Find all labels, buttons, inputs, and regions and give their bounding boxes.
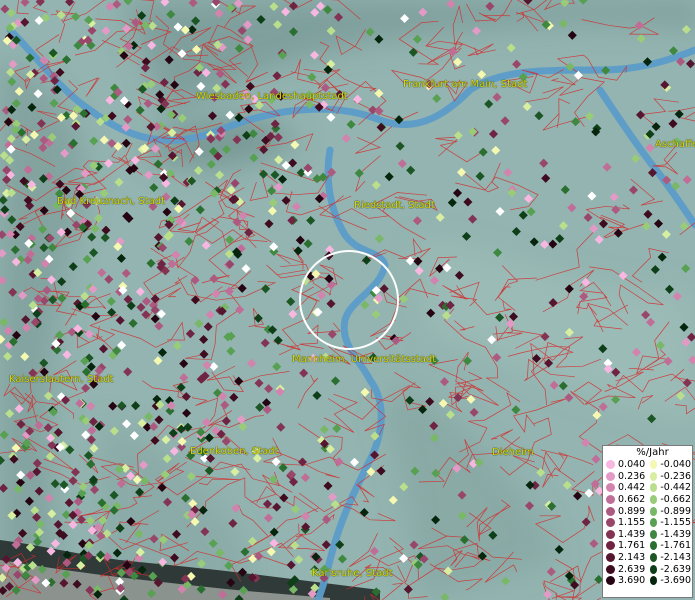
legend-swatch xyxy=(606,495,615,505)
legend-swatch xyxy=(606,506,615,516)
city-label-dieheim: Dieheim xyxy=(492,447,534,458)
legend-label: -2.143 xyxy=(660,552,691,564)
city-label-edenkoben: Edenkoben, Stadt xyxy=(190,446,279,457)
legend-label: 2.143 xyxy=(618,552,646,564)
legend-entry: 0.040 xyxy=(603,459,647,470)
legend-title: %/Jahr xyxy=(636,447,669,458)
legend-entry: -0.236 xyxy=(647,471,691,482)
legend-swatch xyxy=(606,564,615,574)
legend-row: 2.143 -2.143 xyxy=(603,552,692,564)
legend-entry: 3.690 xyxy=(603,575,647,586)
legend-swatch xyxy=(606,460,615,470)
legend-label: -3.690 xyxy=(660,575,691,587)
legend-row: 0.899 -0.899 xyxy=(603,505,692,517)
legend-entry: -0.662 xyxy=(647,494,691,505)
legend-swatch xyxy=(606,576,615,586)
legend-swatch xyxy=(606,541,615,551)
legend-swatch xyxy=(650,495,658,505)
legend-label: 0.236 xyxy=(618,470,646,482)
legend-entry: -1.155 xyxy=(647,517,691,528)
legend-entry: 1.761 xyxy=(603,540,647,551)
legend-swatch xyxy=(650,518,658,528)
legend-label: 0.040 xyxy=(618,459,646,471)
city-label-frankfurt: Frankfurt am Main, Stadt xyxy=(403,79,528,90)
legend-label: 1.439 xyxy=(618,528,646,540)
legend-swatch xyxy=(606,553,615,563)
legend-label: -0.236 xyxy=(660,470,691,482)
legend-swatch xyxy=(606,529,615,539)
legend-label: -0.899 xyxy=(660,505,691,517)
city-label-aschaffenburg: Aschaffe xyxy=(655,139,695,150)
legend-entry: 2.639 xyxy=(603,564,647,575)
legend-rows: 0.040 -0.040 0.236 -0.236 0.442 -0.442 0.662 -0… xyxy=(603,459,692,587)
legend-entry: -0.040 xyxy=(647,459,691,470)
legend-row: 2.639 -2.639 xyxy=(603,563,692,575)
legend-entry: 0.236 xyxy=(603,471,647,482)
legend-entry: 0.442 xyxy=(603,482,647,493)
legend-label: -0.442 xyxy=(660,482,691,494)
legend-label: 1.155 xyxy=(618,517,646,529)
city-label-kaiserslautern: Kaiserslautern, Stadt xyxy=(9,374,114,385)
legend-row: 1.761 -1.761 xyxy=(603,540,692,552)
legend-swatch xyxy=(650,564,658,574)
legend-label: -1.439 xyxy=(660,528,691,540)
legend-swatch xyxy=(650,576,658,586)
legend-entry: 0.662 xyxy=(603,494,647,505)
city-label-wiesbaden: Wiesbaden, Landeshauptstadt xyxy=(196,91,348,102)
city-label-karlsruhe: Karlsruhe, Stadt xyxy=(312,568,393,579)
legend-label: -1.761 xyxy=(660,540,691,552)
legend-swatch xyxy=(606,483,615,493)
legend-label: 3.690 xyxy=(618,575,646,587)
legend-row: 0.236 -0.236 xyxy=(603,471,692,483)
legend-row: 0.662 -0.662 xyxy=(603,494,692,506)
legend-entry: -1.439 xyxy=(647,529,691,540)
legend-label: -0.040 xyxy=(660,459,691,471)
legend-row: 3.690 -3.690 xyxy=(603,575,692,587)
legend-entry: -1.761 xyxy=(647,540,691,551)
legend-row: 0.442 -0.442 xyxy=(603,482,692,494)
legend-label: -0.662 xyxy=(660,494,691,506)
legend-entry: -3.690 xyxy=(647,575,691,586)
map-view[interactable]: Wiesbaden, Landeshauptstadt Frankfurt am… xyxy=(0,0,695,600)
legend-swatch xyxy=(606,518,615,528)
city-label-mannheim: Mannheim, Universitätsstadt xyxy=(292,354,437,365)
legend-entry: 1.439 xyxy=(603,529,647,540)
city-label-riedstadt: Riedstadt, Stadt xyxy=(354,200,435,211)
legend-swatch xyxy=(606,471,615,481)
legend-row: 1.155 -1.155 xyxy=(603,517,692,529)
legend-entry: -2.143 xyxy=(647,552,691,563)
legend-swatch xyxy=(650,541,658,551)
legend-entry: 0.899 xyxy=(603,506,647,517)
legend-swatch xyxy=(650,483,658,493)
legend-entry: -0.442 xyxy=(647,482,691,493)
legend-swatch xyxy=(650,553,658,563)
legend-entry: 1.155 xyxy=(603,517,647,528)
map-canvas[interactable] xyxy=(0,0,695,600)
legend-label: 1.761 xyxy=(618,540,646,552)
legend-entry: -0.899 xyxy=(647,506,691,517)
legend-row: 1.439 -1.439 xyxy=(603,529,692,541)
legend-label: 2.639 xyxy=(618,563,646,575)
legend-swatch xyxy=(650,529,658,539)
legend-row: 0.040 -0.040 xyxy=(603,459,692,471)
legend-swatch xyxy=(650,506,658,516)
legend-label: 0.442 xyxy=(618,482,646,494)
legend-label: 0.899 xyxy=(618,505,646,517)
legend-entry: 2.143 xyxy=(603,552,647,563)
legend-swatch xyxy=(650,471,658,481)
legend-label: -1.155 xyxy=(660,517,691,529)
city-label-bad-kreuznach: Bad Kreuznach, Stadt xyxy=(57,196,166,207)
legend-label: -2.639 xyxy=(660,563,691,575)
legend-entry: -2.639 xyxy=(647,564,691,575)
map-legend: %/Jahr 0.040 -0.040 0.236 -0.236 0.442 -0.442… xyxy=(602,445,693,598)
legend-swatch xyxy=(650,460,658,470)
legend-label: 0.662 xyxy=(618,494,646,506)
